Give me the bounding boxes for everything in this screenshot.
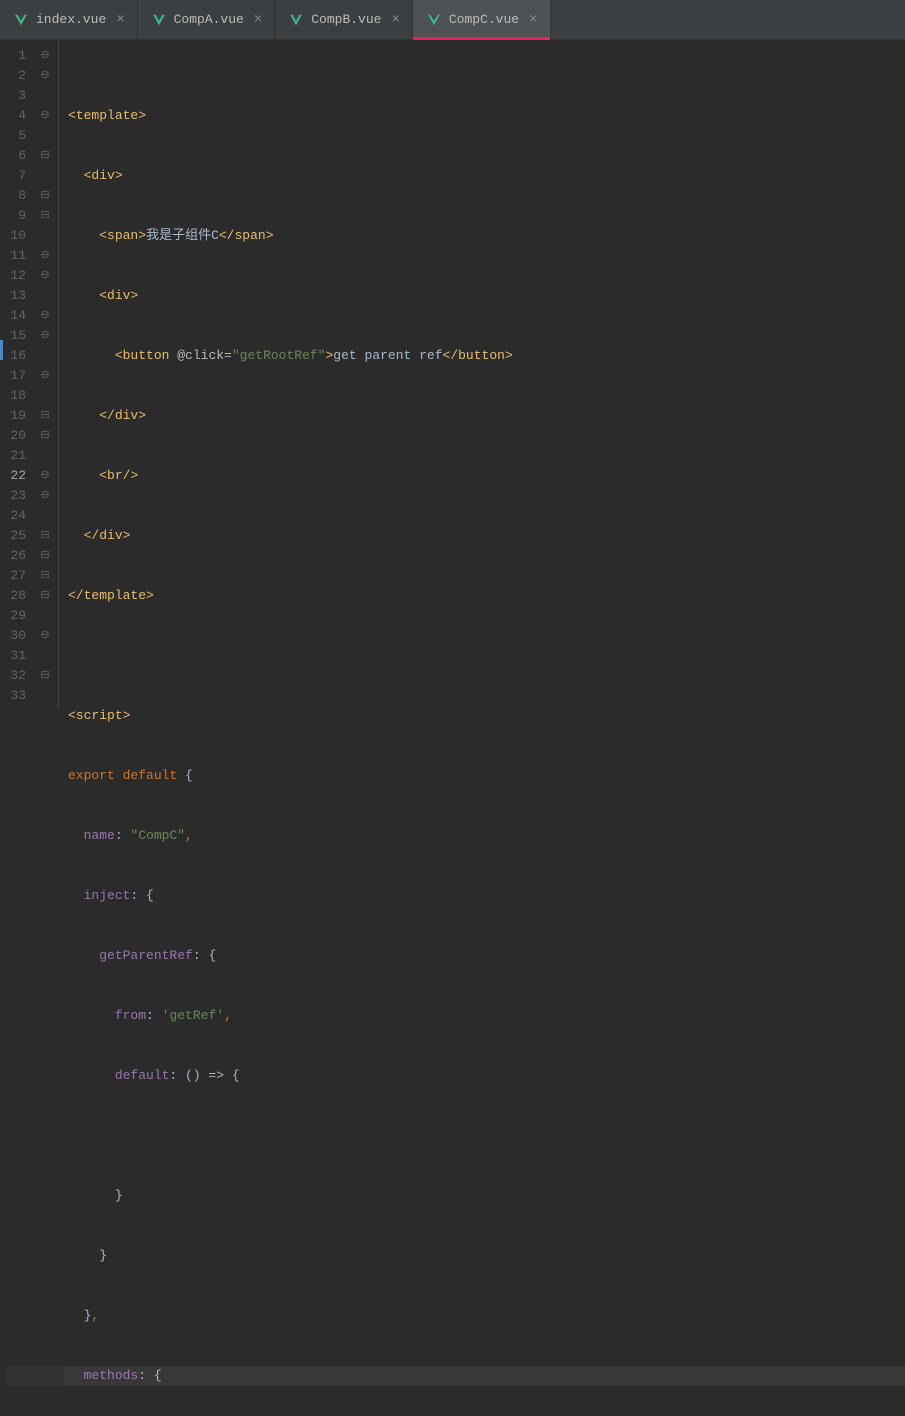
close-icon[interactable]: × <box>252 12 264 28</box>
tab-compb[interactable]: CompB.vue × <box>275 0 413 39</box>
code-line[interactable]: methods: { <box>64 1366 905 1386</box>
code-line[interactable]: <div> <box>64 166 905 186</box>
tab-label: CompA.vue <box>174 12 244 27</box>
code-area[interactable]: <template> <div> <span>我是子组件C</span> <di… <box>64 40 905 708</box>
code-line[interactable]: </div> <box>64 526 905 546</box>
code-line[interactable]: <script> <box>64 706 905 726</box>
tab-label: index.vue <box>36 12 106 27</box>
tab-index[interactable]: index.vue × <box>0 0 138 39</box>
code-line[interactable]: <span>我是子组件C</span> <box>64 226 905 246</box>
tab-bar: index.vue × CompA.vue × CompB.vue × Comp… <box>0 0 905 40</box>
code-line[interactable]: <button @click="getRootRef">get parent r… <box>64 346 905 366</box>
vue-icon <box>14 13 28 27</box>
tab-label: CompC.vue <box>449 12 519 27</box>
fold-gutter: ⊖⊖⊖⊟⊟⊟⊖⊖⊖⊖⊖⊟⊟⊖⊖⊟⊟⊟⊟⊖⊟ <box>36 40 54 708</box>
code-line[interactable]: from: 'getRef', <box>64 1006 905 1026</box>
caret-line-marker <box>0 340 3 360</box>
code-line[interactable] <box>64 646 905 666</box>
close-icon[interactable]: × <box>114 12 126 28</box>
close-icon[interactable]: × <box>389 12 401 28</box>
code-line[interactable]: </template> <box>64 586 905 606</box>
code-line[interactable]: <br/> <box>64 466 905 486</box>
code-line[interactable]: </div> <box>64 406 905 426</box>
code-line[interactable]: <div> <box>64 286 905 306</box>
vue-icon <box>289 13 303 27</box>
tab-compc[interactable]: CompC.vue × <box>413 0 551 39</box>
tab-label: CompB.vue <box>311 12 381 27</box>
code-line[interactable]: getParentRef: { <box>64 946 905 966</box>
close-icon[interactable]: × <box>527 12 539 28</box>
vue-icon <box>427 13 441 27</box>
code-line[interactable]: inject: { <box>64 886 905 906</box>
code-line[interactable]: default: () => { <box>64 1066 905 1086</box>
code-line[interactable]: } <box>64 1186 905 1206</box>
vue-icon <box>152 13 166 27</box>
code-line[interactable]: <template> <box>64 106 905 126</box>
code-line[interactable]: }, <box>64 1306 905 1326</box>
code-line[interactable]: name: "CompC", <box>64 826 905 846</box>
code-line[interactable] <box>64 1126 905 1146</box>
code-line[interactable]: } <box>64 1246 905 1266</box>
tab-compa[interactable]: CompA.vue × <box>138 0 276 39</box>
editor[interactable]: 1234567891011121314151617181920212223242… <box>0 40 905 708</box>
code-line[interactable]: export default { <box>64 766 905 786</box>
line-number-gutter: 1234567891011121314151617181920212223242… <box>0 40 36 708</box>
